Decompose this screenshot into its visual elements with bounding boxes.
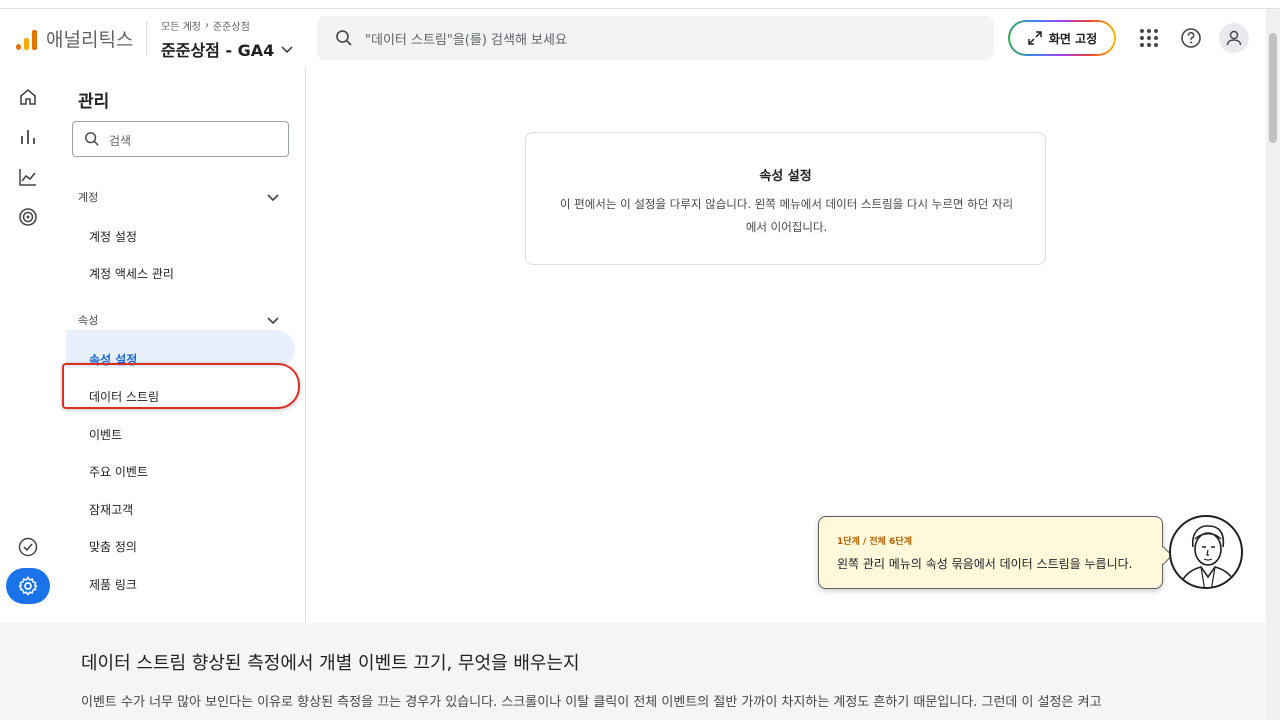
property-selector[interactable]: 준준상점 - GA4: [161, 37, 294, 61]
reports-icon[interactable]: [16, 125, 40, 149]
section-property-header[interactable]: 속성: [78, 312, 98, 328]
nav-item-account-access[interactable]: 계정 액세스 관리: [89, 265, 174, 282]
chevron-down-icon[interactable]: [266, 190, 280, 204]
breadcrumb-account[interactable]: 모든 계정: [161, 18, 201, 33]
header-divider: [146, 22, 147, 56]
nav-item-events[interactable]: 이벤트: [89, 426, 122, 443]
guide-character-avatar: [1169, 515, 1243, 589]
top-header: 애널리틱스 모든 계정 › 준준상점 준준상점 - GA4 "데이터 스트림"을…: [0, 9, 1266, 67]
fix-screen-label: 화면 고정: [1048, 31, 1098, 46]
search-input[interactable]: "데이터 스트림"을(를) 검색해 보세요: [365, 29, 567, 48]
account-avatar[interactable]: [1219, 23, 1249, 53]
home-icon[interactable]: [16, 85, 40, 109]
property-name: 준준상점 - GA4: [161, 41, 275, 60]
guide-tooltip: 1단계 / 전체 6단계 왼쪽 관리 메뉴의 속성 묶음에서 데이터 스트림을 …: [818, 516, 1163, 589]
apps-icon[interactable]: [1135, 24, 1163, 52]
settings-icon: [18, 576, 38, 596]
expand-icon: [1028, 31, 1042, 45]
nav-item-custom-definitions[interactable]: 맞춤 정의: [89, 538, 137, 555]
admin-search-input[interactable]: 검색: [109, 132, 131, 149]
breadcrumb-property[interactable]: 준준상점: [213, 18, 250, 33]
nav-item-data-streams[interactable]: 데이터 스트림: [89, 388, 159, 405]
analytics-app: 애널리틱스 모든 계정 › 준준상점 준준상점 - GA4 "데이터 스트림"을…: [0, 9, 1266, 720]
breadcrumb-chevron-icon: ›: [204, 20, 209, 31]
explore-icon[interactable]: [16, 165, 40, 189]
section-account-header[interactable]: 계정: [78, 189, 98, 205]
advertising-icon[interactable]: [16, 205, 40, 229]
search-icon: [85, 132, 99, 146]
chevron-down-icon[interactable]: [266, 313, 280, 327]
fix-screen-button[interactable]: 화면 고정: [1008, 20, 1116, 56]
analytics-logo[interactable]: [16, 28, 38, 50]
tooltip-step: 1단계 / 전체 6단계: [837, 537, 912, 547]
admin-search-field[interactable]: 검색: [72, 121, 289, 157]
card-title: 속성 설정: [759, 169, 812, 184]
help-icon[interactable]: [1177, 24, 1205, 52]
account-icon: [1226, 30, 1242, 46]
card-body: 이 편에서는 이 설정을 다루지 않습니다. 왼쪽 메뉴에서 데이터 스트림을 …: [559, 197, 1014, 234]
nav-item-key-events[interactable]: 주요 이벤트: [89, 463, 148, 480]
global-search[interactable]: "데이터 스트림"을(를) 검색해 보세요: [317, 16, 994, 60]
app-name[interactable]: 애널리틱스: [46, 25, 133, 52]
article-section: 데이터 스트림 향상된 측정에서 개별 이벤트 끄기, 무엇을 배우는지 이벤트…: [0, 623, 1266, 720]
tooltip-text: 왼쪽 관리 메뉴의 속성 묶음에서 데이터 스트림을 누릅니다.: [837, 557, 1133, 571]
nav-item-product-links[interactable]: 제품 링크: [89, 576, 137, 593]
page-scrollbar[interactable]: [1266, 9, 1280, 720]
nav-item-account-settings[interactable]: 계정 설정: [89, 228, 137, 245]
property-settings-card: 속성 설정 이 편에서는 이 설정을 다루지 않습니다. 왼쪽 메뉴에서 데이터…: [525, 132, 1046, 265]
article-body: 이벤트 수가 너무 많아 보인다는 이유로 향상된 측정을 끄는 경우가 있습니…: [81, 695, 1102, 710]
article-title: 데이터 스트림 향상된 측정에서 개별 이벤트 끄기, 무엇을 배우는지: [81, 653, 580, 674]
chevron-down-icon: [281, 46, 293, 54]
browser-top-edge: [0, 0, 1280, 9]
admin-title: 관리: [78, 92, 110, 112]
admin-side-nav: 관리 검색 계정 계정 설정 계정 액세스 관리 속성 속성 설정 데이터 스트…: [60, 67, 306, 623]
scrollbar-thumb[interactable]: [1269, 33, 1277, 143]
admin-settings-button[interactable]: [6, 568, 50, 604]
checkmark-icon[interactable]: [16, 535, 40, 559]
search-icon: [336, 30, 352, 46]
breadcrumb[interactable]: 모든 계정 › 준준상점: [161, 18, 250, 33]
nav-item-audiences[interactable]: 잠재고객: [89, 501, 133, 518]
